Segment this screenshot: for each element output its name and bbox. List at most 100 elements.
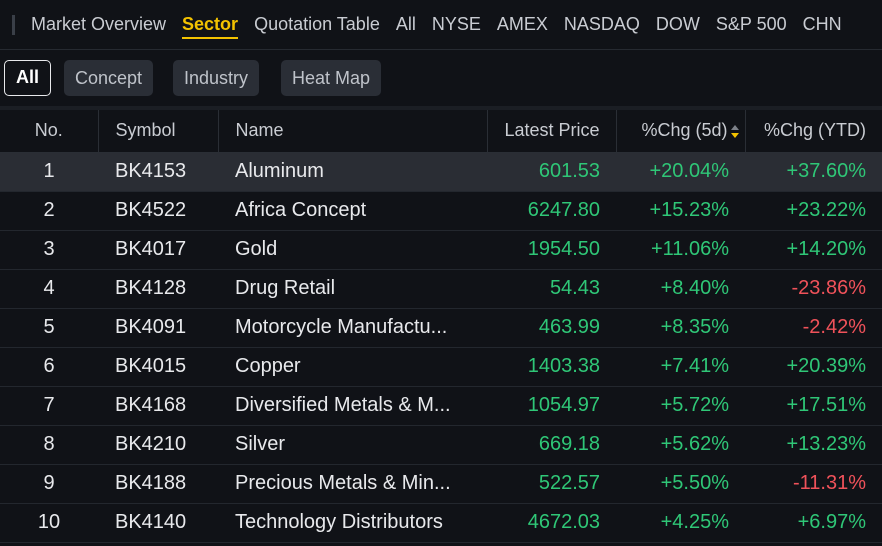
table-row[interactable]: 5 BK4091 Motorcycle Manufactu... 463.99 +8.3… — [0, 308, 882, 348]
table-row[interactable]: 7 BK4168 Diversified Metals & M... 1054.97 +… — [0, 386, 882, 426]
nav-scroll-edge — [12, 14, 15, 35]
row-latest-price: 54.43 — [487, 269, 616, 309]
nav-tab-dow[interactable]: DOW — [656, 0, 700, 49]
column-header-no[interactable]: No. — [0, 110, 99, 153]
row-symbol: BK4210 — [98, 425, 218, 465]
row-symbol: BK4188 — [98, 464, 218, 504]
row-name: Precious Metals & Min... — [218, 464, 487, 504]
row-chg-5d: +8.35% — [616, 308, 745, 348]
row-name: Technology Distributors — [218, 503, 487, 543]
nav-tab-sector[interactable]: Sector — [182, 0, 239, 49]
row-chg-ytd: +6.97% — [745, 503, 882, 543]
row-symbol: BK4128 — [98, 269, 218, 309]
row-number: 4 — [0, 269, 98, 309]
nav-tab-market-overview[interactable]: Market Overview — [31, 0, 166, 49]
row-number: 7 — [0, 386, 98, 426]
sector-table: No. Symbol Name Latest Price %Chg (5d) %… — [0, 110, 882, 543]
column-header-latest-price-label: Latest Price — [504, 120, 600, 141]
row-latest-price: 522.57 — [487, 464, 616, 504]
row-symbol: BK4522 — [98, 191, 218, 231]
nav-tab-nasdaq[interactable]: NASDAQ — [564, 0, 640, 49]
table-row[interactable]: 2 BK4522 Africa Concept 6247.80 +15.23% +23.2… — [0, 191, 882, 231]
row-chg-5d: +11.06% — [616, 230, 745, 270]
row-chg-5d: +5.50% — [616, 464, 745, 504]
column-header-symbol[interactable]: Symbol — [98, 110, 219, 153]
row-chg-5d: +4.25% — [616, 503, 745, 543]
row-name: Motorcycle Manufactu... — [218, 308, 487, 348]
row-number: 8 — [0, 425, 98, 465]
row-number: 1 — [0, 152, 98, 192]
sort-descending-icon[interactable] — [730, 124, 739, 139]
table-row[interactable]: 8 BK4210 Silver 669.18 +5.62% +13.23% — [0, 425, 882, 465]
filter-all-button[interactable]: All — [4, 60, 52, 96]
column-header-chg-5d-label: %Chg (5d) — [641, 120, 728, 141]
row-number: 9 — [0, 464, 98, 504]
column-header-symbol-label: Symbol — [115, 120, 176, 141]
table-row[interactable]: 3 BK4017 Gold 1954.50 +11.06% +14.20% — [0, 230, 882, 270]
row-latest-price: 601.53 — [487, 152, 616, 192]
row-chg-5d: +5.62% — [616, 425, 745, 465]
row-symbol: BK4153 — [98, 152, 218, 192]
sector-filter-bar: All Concept Industry Heat Map — [0, 50, 882, 106]
column-header-chg-ytd[interactable]: %Chg (YTD) — [745, 110, 882, 153]
row-symbol: BK4015 — [98, 347, 218, 387]
row-number: 2 — [0, 191, 98, 231]
column-header-latest-price[interactable]: Latest Price — [487, 110, 617, 153]
row-chg-5d: +5.72% — [616, 386, 745, 426]
row-number: 5 — [0, 308, 98, 348]
table-row[interactable]: 9 BK4188 Precious Metals & Min... 522.57 +5.… — [0, 464, 882, 504]
row-chg-ytd: +20.39% — [745, 347, 882, 387]
top-nav: Market Overview Sector Quotation Table A… — [0, 0, 882, 50]
nav-tab-nyse[interactable]: NYSE — [432, 0, 481, 49]
row-chg-ytd: -2.42% — [745, 308, 882, 348]
column-header-no-label: No. — [34, 120, 63, 141]
row-latest-price: 6247.80 — [487, 191, 616, 231]
row-name: Aluminum — [218, 152, 487, 192]
table-row[interactable]: 1 BK4153 Aluminum 601.53 +20.04% +37.60% — [0, 152, 882, 192]
column-header-name-label: Name — [235, 120, 284, 141]
row-latest-price: 669.18 — [487, 425, 616, 465]
row-symbol: BK4091 — [98, 308, 218, 348]
column-header-chg-5d[interactable]: %Chg (5d) — [616, 110, 746, 153]
row-chg-5d: +8.40% — [616, 269, 745, 309]
filter-concept-button[interactable]: Concept — [64, 60, 154, 96]
row-chg-ytd: -23.86% — [745, 269, 882, 309]
row-chg-ytd: +14.20% — [745, 230, 882, 270]
row-chg-5d: +15.23% — [616, 191, 745, 231]
row-latest-price: 1954.50 — [487, 230, 616, 270]
row-chg-5d: +20.04% — [616, 152, 745, 192]
table-row[interactable]: 4 BK4128 Drug Retail 54.43 +8.40% -23.86% — [0, 269, 882, 309]
nav-tab-all[interactable]: All — [396, 0, 416, 49]
row-name: Africa Concept — [218, 191, 487, 231]
table-header-row: No. Symbol Name Latest Price %Chg (5d) %… — [0, 110, 882, 153]
table-row[interactable]: 10 BK4140 Technology Distributors 4672.03 +4… — [0, 503, 882, 543]
row-latest-price: 463.99 — [487, 308, 616, 348]
filter-heat-map-button[interactable]: Heat Map — [281, 60, 382, 96]
row-number: 10 — [0, 503, 98, 543]
nav-tab-amex[interactable]: AMEX — [497, 0, 548, 49]
row-name: Diversified Metals & M... — [218, 386, 487, 426]
row-chg-ytd: +23.22% — [745, 191, 882, 231]
row-chg-ytd: +17.51% — [745, 386, 882, 426]
row-latest-price: 4672.03 — [487, 503, 616, 543]
row-symbol: BK4017 — [98, 230, 218, 270]
nav-tab-quotation-table[interactable]: Quotation Table — [254, 0, 380, 49]
row-number: 3 — [0, 230, 98, 270]
row-name: Copper — [218, 347, 487, 387]
table-row[interactable]: 6 BK4015 Copper 1403.38 +7.41% +20.39% — [0, 347, 882, 387]
row-number: 6 — [0, 347, 98, 387]
row-name: Drug Retail — [218, 269, 487, 309]
column-header-name[interactable]: Name — [218, 110, 488, 153]
nav-tab-chn[interactable]: CHN — [803, 0, 842, 49]
filter-industry-button[interactable]: Industry — [173, 60, 260, 96]
row-chg-ytd: -11.31% — [745, 464, 882, 504]
row-symbol: BK4168 — [98, 386, 218, 426]
row-name: Silver — [218, 425, 487, 465]
row-chg-5d: +7.41% — [616, 347, 745, 387]
row-symbol: BK4140 — [98, 503, 218, 543]
column-header-chg-ytd-label: %Chg (YTD) — [763, 120, 866, 141]
row-chg-ytd: +37.60% — [745, 152, 882, 192]
row-name: Gold — [218, 230, 487, 270]
nav-tab-sp500[interactable]: S&P 500 — [716, 0, 787, 49]
table-body: 1 BK4153 Aluminum 601.53 +20.04% +37.60% 2 BK45… — [0, 152, 882, 543]
